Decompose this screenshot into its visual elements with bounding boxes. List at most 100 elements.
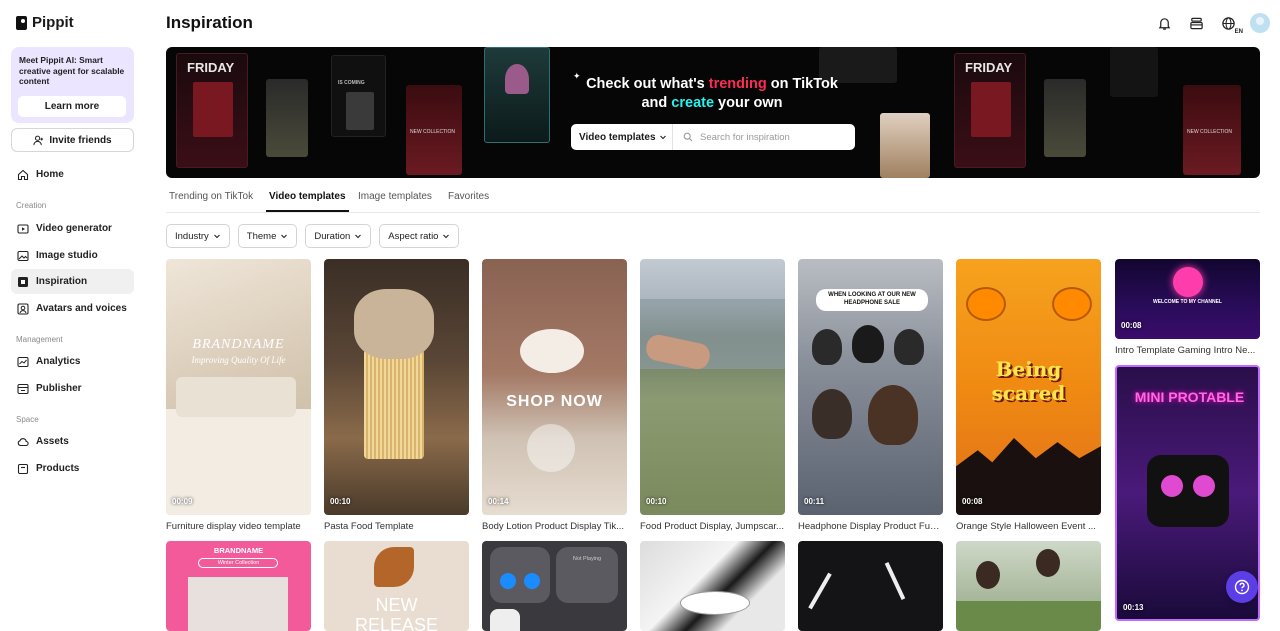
section-management: Management	[16, 335, 63, 344]
brand-logo[interactable]: Pippit	[16, 14, 74, 31]
thumb-overlay-subtext: RELEASE	[354, 615, 439, 631]
nav-label: Avatars and voices	[36, 303, 127, 314]
language-button[interactable]: EN	[1218, 13, 1243, 35]
filter-duration[interactable]: Duration	[305, 224, 372, 248]
template-card[interactable]: SHOP NOW 00:14 Body Lotion Product Displ…	[482, 259, 627, 534]
nav-video-generator[interactable]: Video generator	[11, 216, 134, 241]
template-card[interactable]	[798, 541, 943, 631]
learn-more-button[interactable]: Learn more	[18, 96, 126, 117]
thumb-overlay-text: BRANDNAME	[192, 337, 285, 352]
template-thumbnail: 00:10	[640, 259, 785, 515]
nav-label: Image studio	[36, 250, 98, 261]
duration-badge: 00:10	[330, 497, 351, 506]
hero-banner: FRIDAY IS COMING NEW COLLECTION FRIDAY N…	[166, 47, 1260, 178]
chevron-down-icon	[281, 234, 288, 239]
template-thumbnail: BRANDNAME Improving Quality Of Life 00:0…	[166, 259, 311, 515]
hero-bg-poster	[880, 113, 930, 178]
inbox-button[interactable]	[1186, 13, 1206, 33]
template-title: Body Lotion Product Display Tik...	[482, 521, 625, 532]
tab-favorites[interactable]: Favorites	[448, 191, 489, 212]
template-card[interactable]: Being scared 00:08 Orange Style Hallowee…	[956, 259, 1101, 534]
filter-aspect-ratio[interactable]: Aspect ratio	[379, 224, 460, 248]
chevron-down-icon	[443, 234, 450, 239]
nav-label: Video generator	[36, 223, 112, 234]
template-thumbnail	[640, 541, 785, 631]
globe-icon	[1221, 16, 1235, 30]
template-card[interactable]: 00:10 Food Product Display, Jumpscar...	[640, 259, 785, 534]
nav-publisher[interactable]: Publisher	[11, 376, 134, 401]
nav-inspiration[interactable]: Inspiration	[11, 269, 134, 294]
invite-friends-button[interactable]: Invite friends	[11, 128, 134, 152]
template-card[interactable]: BRANDNAME Winter Collection	[166, 541, 311, 631]
duration-badge: 00:10	[646, 497, 667, 506]
template-card[interactable]	[956, 541, 1101, 631]
cloud-icon	[17, 437, 29, 446]
search-input[interactable]: Search for inspiration	[673, 132, 855, 143]
promo-text: Meet Pippit AI: Smart creative agent for…	[19, 55, 125, 86]
filter-label: Industry	[175, 230, 209, 242]
template-thumbnail	[798, 541, 943, 631]
hero-bg-poster: NEW COLLECTION	[1183, 85, 1241, 175]
thumb-overlay-text: NEW	[375, 595, 418, 615]
sidebar: Pippit Meet Pippit AI: Smart creative ag…	[0, 0, 146, 631]
template-card[interactable]: NEW RELEASE	[324, 541, 469, 631]
template-card[interactable]: Not Playing	[482, 541, 627, 631]
template-card[interactable]: WHEN LOOKING AT OUR NEW HEADPHONE SALE 0…	[798, 259, 943, 534]
template-card[interactable]: WELCOME TO MY CHANNEL 00:08 Intro Templa…	[1115, 259, 1260, 359]
home-icon	[17, 169, 29, 180]
nav-label: Analytics	[36, 356, 81, 367]
hero-bg-text: FRIDAY	[965, 60, 1013, 75]
hero-bg-poster: FRIDAY	[176, 53, 248, 168]
brand-name: Pippit	[32, 14, 74, 31]
nav-assets[interactable]: Assets	[11, 429, 134, 454]
nav-analytics[interactable]: Analytics	[11, 349, 134, 374]
tab-video-templates[interactable]: Video templates	[266, 191, 349, 212]
template-title: Furniture display video template	[166, 521, 301, 532]
help-button[interactable]	[1226, 571, 1258, 603]
template-title: Headphone Display Product Fun...	[798, 521, 943, 532]
template-title: Intro Template Gaming Intro Ne...	[1115, 345, 1256, 356]
thumb-overlay-text: Being scared	[991, 357, 1066, 405]
template-card[interactable]	[640, 541, 785, 631]
duration-badge: 00:14	[488, 497, 509, 506]
template-card[interactable]: 00:10 Pasta Food Template	[324, 259, 469, 534]
template-tabs: Trending on TikTok Video templates Image…	[166, 188, 1260, 213]
template-thumbnail: WELCOME TO MY CHANNEL 00:08	[1115, 259, 1260, 339]
header-actions: EN	[1154, 13, 1270, 35]
inspiration-icon	[18, 276, 28, 287]
template-thumbnail: BRANDNAME Winter Collection	[166, 541, 311, 631]
template-thumbnail: Being scared 00:08	[956, 259, 1101, 515]
nav-avatars-voices[interactable]: Avatars and voices	[11, 296, 134, 321]
headline-text: on TikTok	[766, 76, 838, 92]
product-icon	[17, 463, 29, 474]
thumb-overlay-text: MINI PROTABLE	[1134, 389, 1245, 405]
analytics-icon	[17, 356, 29, 367]
headline-text: and	[641, 95, 672, 111]
nav-image-studio[interactable]: Image studio	[11, 243, 134, 268]
tab-trending[interactable]: Trending on TikTok	[169, 191, 253, 212]
notifications-button[interactable]	[1154, 13, 1174, 33]
section-space: Space	[16, 415, 39, 424]
thumb-overlay-text: SHOP NOW	[506, 393, 603, 410]
headline-text: Check out what's	[586, 76, 709, 92]
template-title: Orange Style Halloween Event ...	[956, 521, 1096, 532]
main-content: Inspiration EN FRIDAY IS COMING NEW COLL…	[146, 0, 1280, 631]
nav-products[interactable]: Products	[11, 456, 134, 481]
template-title: Pasta Food Template	[324, 521, 414, 532]
template-thumbnail: 00:10	[324, 259, 469, 515]
thumb-overlay-text: WELCOME TO MY CHANNEL	[1153, 299, 1222, 305]
nav-label: Publisher	[36, 383, 82, 394]
template-title: Food Product Display, Jumpscar...	[640, 521, 784, 532]
nav-home[interactable]: Home	[11, 162, 134, 187]
thumb-overlay-subtext: Improving Quality Of Life	[191, 355, 286, 365]
filter-theme[interactable]: Theme	[237, 224, 298, 248]
duration-badge: 00:08	[962, 497, 983, 506]
filter-label: Theme	[246, 230, 277, 242]
template-type-select[interactable]: Video templates	[571, 124, 673, 150]
tab-image-templates[interactable]: Image templates	[358, 191, 432, 212]
template-card[interactable]: BRANDNAME Improving Quality Of Life 00:0…	[166, 259, 311, 534]
filter-industry[interactable]: Industry	[166, 224, 230, 248]
help-icon	[1234, 579, 1250, 595]
template-thumbnail: NEW RELEASE	[324, 541, 469, 631]
user-avatar[interactable]	[1250, 13, 1270, 33]
